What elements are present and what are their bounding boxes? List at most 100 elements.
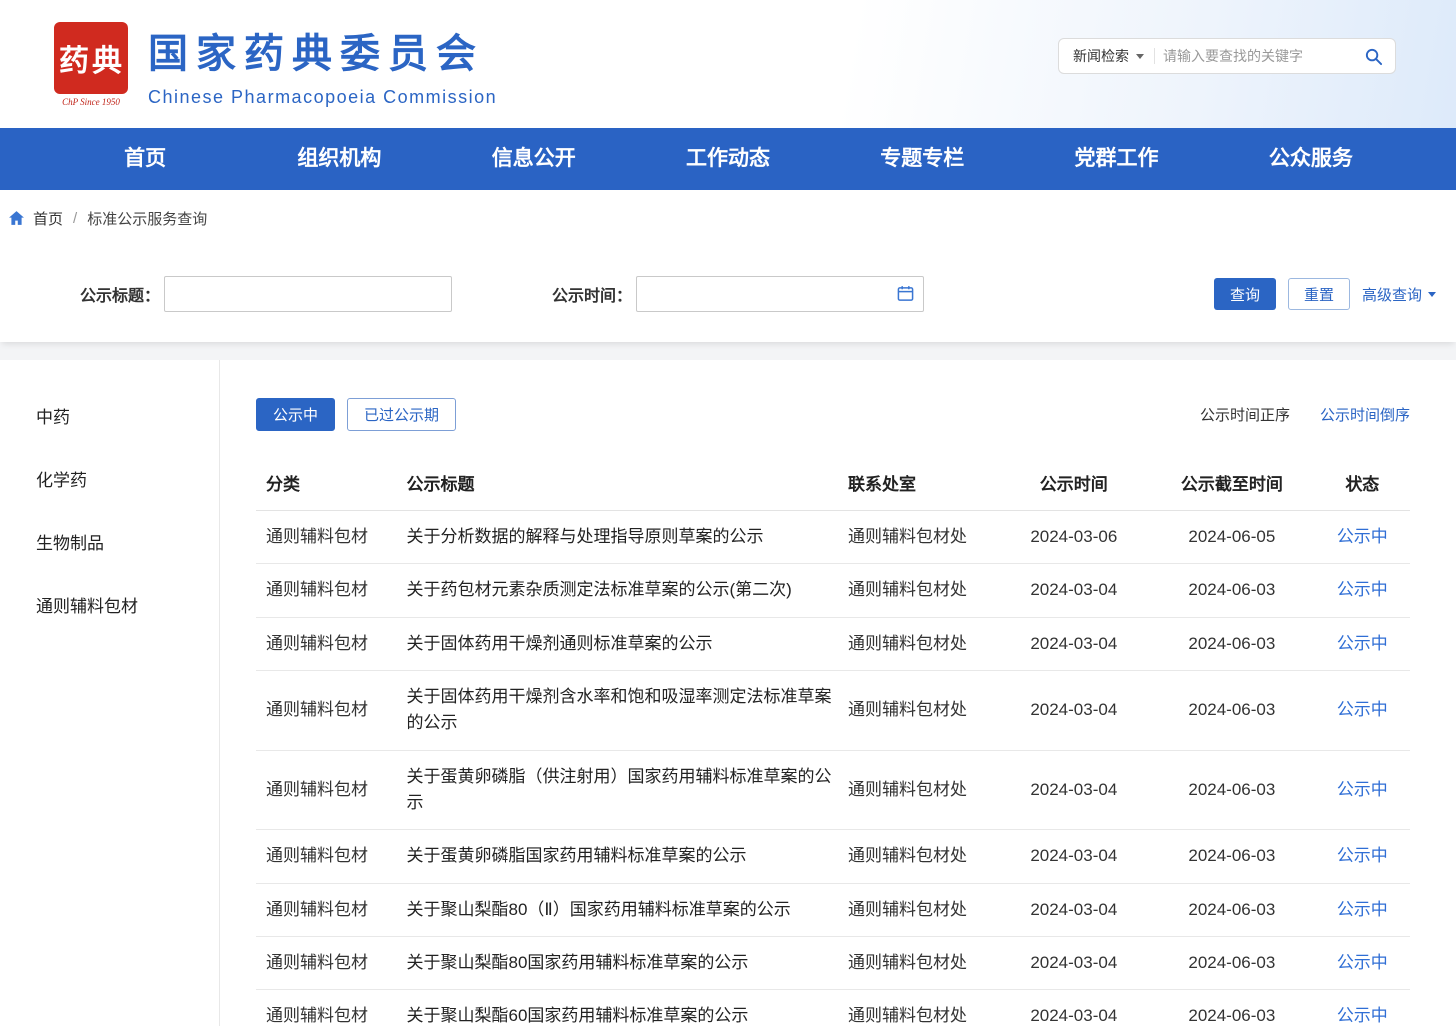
table-row: 通则辅料包材 关于固体药用干燥剂通则标准草案的公示 通则辅料包材处 2024-0… (256, 617, 1410, 670)
breadcrumb-current: 标准公示服务查询 (87, 208, 207, 229)
cell-status-link[interactable]: 公示中 (1315, 883, 1410, 936)
advanced-search-label: 高级查询 (1362, 284, 1422, 305)
cell-title-link[interactable]: 关于蛋黄卵磷脂（供注射用）国家药用辅料标准草案的公示 (407, 750, 849, 830)
filter-time-wrap (636, 276, 924, 312)
nav-item-home[interactable]: 首页 (48, 128, 242, 190)
nav-item-public-service[interactable]: 公众服务 (1214, 128, 1408, 190)
filter-time-input[interactable] (636, 276, 924, 312)
cell-title-link[interactable]: 关于分析数据的解释与处理指导原则草案的公示 (407, 511, 849, 564)
calendar-icon[interactable] (897, 285, 914, 302)
cell-department: 通则辅料包材处 (848, 750, 999, 830)
cell-title-link[interactable]: 关于聚山梨酯80国家药用辅料标准草案的公示 (407, 937, 849, 990)
cell-publish-date: 2024-03-04 (999, 750, 1150, 830)
cell-category: 通则辅料包材 (256, 750, 407, 830)
cell-deadline: 2024-06-03 (1149, 830, 1315, 883)
cell-title-link[interactable]: 关于聚山梨酯80（Ⅱ）国家药用辅料标准草案的公示 (407, 883, 849, 936)
cell-department: 通则辅料包材处 (848, 830, 999, 883)
cell-department: 通则辅料包材处 (848, 883, 999, 936)
filter-actions: 查询 重置 高级查询 (1214, 278, 1436, 310)
breadcrumb-home[interactable]: 首页 (33, 208, 63, 229)
cell-publish-date: 2024-03-04 (999, 990, 1150, 1026)
site-logo[interactable]: 药典 ChP Since 1950 (54, 22, 128, 107)
search-icon (1364, 47, 1383, 66)
cell-status-link[interactable]: 公示中 (1315, 830, 1410, 883)
cell-status-link[interactable]: 公示中 (1315, 511, 1410, 564)
logo-caption: ChP Since 1950 (62, 97, 120, 107)
column-deadline: 公示截至时间 (1149, 455, 1315, 511)
cell-status-link[interactable]: 公示中 (1315, 937, 1410, 990)
cell-deadline: 2024-06-05 (1149, 511, 1315, 564)
cell-deadline: 2024-06-03 (1149, 990, 1315, 1026)
breadcrumb-separator: / (73, 210, 77, 227)
advanced-search-link[interactable]: 高级查询 (1362, 284, 1436, 305)
header-search: 新闻检索 (1058, 38, 1396, 74)
sort-time-ascending[interactable]: 公示时间正序 (1200, 404, 1290, 425)
nav-item-information[interactable]: 信息公开 (437, 128, 631, 190)
cell-status-link[interactable]: 公示中 (1315, 990, 1410, 1026)
query-button[interactable]: 查询 (1214, 278, 1276, 310)
tab-expired-publicity[interactable]: 已过公示期 (347, 398, 456, 431)
nav-item-organization[interactable]: 组织机构 (242, 128, 436, 190)
cell-category: 通则辅料包材 (256, 883, 407, 936)
cell-publish-date: 2024-03-04 (999, 937, 1150, 990)
cell-department: 通则辅料包材处 (848, 937, 999, 990)
chevron-down-icon (1136, 54, 1144, 59)
table-row: 通则辅料包材 关于蛋黄卵磷脂（供注射用）国家药用辅料标准草案的公示 通则辅料包材… (256, 750, 1410, 830)
nav-item-party-work[interactable]: 党群工作 (1019, 128, 1213, 190)
table-row: 通则辅料包材 关于聚山梨酯80（Ⅱ）国家药用辅料标准草案的公示 通则辅料包材处 … (256, 883, 1410, 936)
chevron-down-icon (1428, 292, 1436, 297)
home-icon[interactable] (8, 210, 25, 227)
column-publish-date: 公示时间 (999, 455, 1150, 511)
cell-department: 通则辅料包材处 (848, 990, 999, 1026)
cell-status-link[interactable]: 公示中 (1315, 617, 1410, 670)
cell-publish-date: 2024-03-04 (999, 883, 1150, 936)
cell-status-link[interactable]: 公示中 (1315, 671, 1410, 751)
filter-title-input[interactable] (164, 276, 452, 312)
table-row: 通则辅料包材 关于蛋黄卵磷脂国家药用辅料标准草案的公示 通则辅料包材处 2024… (256, 830, 1410, 883)
cell-title-link[interactable]: 关于药包材元素杂质测定法标准草案的公示(第二次) (407, 564, 849, 617)
cell-deadline: 2024-06-03 (1149, 617, 1315, 670)
cell-category: 通则辅料包材 (256, 990, 407, 1026)
chp-seal-icon: 药典 (54, 22, 128, 94)
column-status: 状态 (1315, 455, 1410, 511)
cell-department: 通则辅料包材处 (848, 671, 999, 751)
cell-title-link[interactable]: 关于固体药用干燥剂含水率和饱和吸湿率测定法标准草案的公示 (407, 671, 849, 751)
nav-item-special-topics[interactable]: 专题专栏 (825, 128, 1019, 190)
cell-publish-date: 2024-03-06 (999, 511, 1150, 564)
column-department: 联系处室 (848, 455, 999, 511)
sidebar-item-biologics[interactable]: 生物制品 (36, 510, 219, 573)
filter-bar: 公示标题： 公示时间： 查询 重置 高级查询 (0, 246, 1456, 342)
search-input[interactable] (1155, 48, 1360, 64)
column-title: 公示标题 (407, 455, 849, 511)
sort-time-descending[interactable]: 公示时间倒序 (1320, 404, 1410, 425)
site-header: 药典 ChP Since 1950 国家药典委员会 Chinese Pharma… (0, 0, 1456, 128)
title-block: 国家药典委员会 Chinese Pharmacopoeia Commission (148, 21, 497, 108)
nav-item-work-news[interactable]: 工作动态 (631, 128, 825, 190)
table-row: 通则辅料包材 关于聚山梨酯60国家药用辅料标准草案的公示 通则辅料包材处 202… (256, 990, 1410, 1026)
cell-publish-date: 2024-03-04 (999, 617, 1150, 670)
sidebar-item-general-excipients-packaging[interactable]: 通则辅料包材 (36, 573, 219, 636)
table-row: 通则辅料包材 关于药包材元素杂质测定法标准草案的公示(第二次) 通则辅料包材处 … (256, 564, 1410, 617)
cell-title-link[interactable]: 关于蛋黄卵磷脂国家药用辅料标准草案的公示 (407, 830, 849, 883)
logo-char: 药 (59, 36, 90, 80)
cell-status-link[interactable]: 公示中 (1315, 750, 1410, 830)
reset-button[interactable]: 重置 (1288, 278, 1350, 310)
search-category-dropdown[interactable]: 新闻检索 (1059, 46, 1154, 66)
cell-deadline: 2024-06-03 (1149, 671, 1315, 751)
cell-department: 通则辅料包材处 (848, 511, 999, 564)
search-category-label: 新闻检索 (1073, 46, 1129, 66)
publicity-table: 分类 公示标题 联系处室 公示时间 公示截至时间 状态 通则辅料包材 关于分析数… (256, 455, 1410, 1026)
cell-category: 通则辅料包材 (256, 671, 407, 751)
site-subtitle: Chinese Pharmacopoeia Commission (148, 87, 497, 108)
sidebar-item-chemical-drugs[interactable]: 化学药 (36, 447, 219, 510)
search-button[interactable] (1360, 47, 1395, 66)
sidebar-item-tcm[interactable]: 中药 (36, 384, 219, 447)
cell-deadline: 2024-06-03 (1149, 883, 1315, 936)
cell-title-link[interactable]: 关于聚山梨酯60国家药用辅料标准草案的公示 (407, 990, 849, 1026)
cell-category: 通则辅料包材 (256, 564, 407, 617)
cell-deadline: 2024-06-03 (1149, 750, 1315, 830)
cell-status-link[interactable]: 公示中 (1315, 564, 1410, 617)
table-header-row: 分类 公示标题 联系处室 公示时间 公示截至时间 状态 (256, 455, 1410, 511)
cell-title-link[interactable]: 关于固体药用干燥剂通则标准草案的公示 (407, 617, 849, 670)
tab-in-publicity[interactable]: 公示中 (256, 398, 335, 431)
